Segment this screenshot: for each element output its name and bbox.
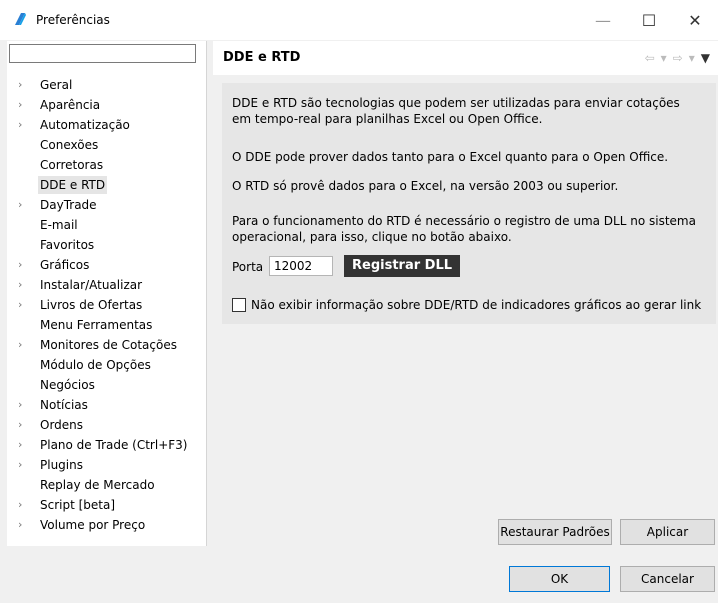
tree-item[interactable]: › Automatização — [7, 115, 206, 135]
tree-item-label: Plugins — [40, 458, 83, 472]
porta-label: Porta — [232, 260, 264, 274]
restore-defaults-button[interactable]: Restaurar Padrões — [498, 519, 612, 545]
chevron-right-icon[interactable]: › — [18, 415, 30, 435]
chevron-right-icon[interactable]: › — [18, 295, 30, 315]
tree-item[interactable]: › Livros de Ofertas — [7, 295, 206, 315]
tree-item[interactable]: Menu Ferramentas — [7, 315, 206, 335]
preferences-nav-pane: › Geral › Aparência › Automatização Conexões Co… — [7, 41, 207, 546]
tree-item-label: Corretoras — [40, 158, 104, 172]
tree-item-label: Plano de Trade (Ctrl+F3) — [40, 438, 188, 452]
tree-item-label: Favoritos — [40, 238, 95, 252]
tree-item-label: Automatização — [40, 118, 130, 132]
chevron-right-icon[interactable]: › — [18, 95, 30, 115]
tree-item[interactable]: › Volume por Preço — [7, 515, 206, 535]
tree-item[interactable]: › Ordens — [7, 415, 206, 435]
hide-info-option[interactable]: Não exibir informação sobre DDE/RTD de i… — [232, 298, 701, 312]
history-nav: ⇦ ▾ ⇨ ▾ ▼ — [645, 51, 710, 65]
register-dll-button[interactable]: Registrar DLL — [344, 255, 461, 277]
tree-item[interactable]: › Gráficos — [7, 255, 206, 275]
title-bar: Preferências — ☐ ✕ — [0, 0, 718, 40]
chevron-right-icon[interactable]: › — [18, 515, 30, 535]
minimize-icon[interactable]: — — [580, 0, 626, 40]
close-icon[interactable]: ✕ — [672, 0, 718, 40]
tree-item[interactable]: E-mail — [7, 215, 206, 235]
back-menu-icon[interactable]: ▾ — [661, 51, 667, 65]
app-icon — [15, 13, 26, 25]
dll-paragraph: Para o funcionamento do RTD é necessário… — [232, 214, 696, 244]
tree-item[interactable]: DDE e RTD — [7, 175, 206, 195]
tree-item[interactable]: › Geral — [7, 75, 206, 95]
tree-item-label: Livros de Ofertas — [40, 298, 143, 312]
page-title: DDE e RTD — [223, 50, 301, 65]
forward-arrow-icon[interactable]: ⇨ — [673, 51, 683, 65]
forward-menu-icon[interactable]: ▾ — [689, 51, 695, 65]
window-title: Preferências — [36, 13, 110, 27]
chevron-right-icon[interactable]: › — [18, 255, 30, 275]
dde-paragraph: O DDE pode prover dados tanto para o Exc… — [232, 150, 669, 164]
tree-item[interactable]: › Monitores de Cotações — [7, 335, 206, 355]
tree-item[interactable]: Favoritos — [7, 235, 206, 255]
hide-info-checkbox[interactable] — [232, 298, 246, 312]
chevron-right-icon[interactable]: › — [18, 195, 30, 215]
tree-item[interactable]: Negócios — [7, 375, 206, 395]
maximize-icon[interactable]: ☐ — [626, 0, 672, 40]
tree-item[interactable]: Módulo de Opções — [7, 355, 206, 375]
tree-item-label: E-mail — [40, 218, 78, 232]
tree-item[interactable]: Replay de Mercado — [7, 475, 206, 495]
tree-item[interactable]: › Script [beta] — [7, 495, 206, 515]
tree-item-label: DayTrade — [40, 198, 97, 212]
chevron-right-icon[interactable]: › — [18, 495, 30, 515]
chevron-right-icon[interactable]: › — [18, 335, 30, 355]
tree-item-label: Instalar/Atualizar — [40, 278, 143, 292]
description-paragraph: DDE e RTD são tecnologias que podem ser … — [232, 96, 680, 126]
tree-item-label: Geral — [40, 78, 73, 92]
rtd-paragraph: O RTD só provê dados para o Excel, na ve… — [232, 179, 619, 193]
chevron-right-icon[interactable]: › — [18, 115, 30, 135]
back-arrow-icon[interactable]: ⇦ — [645, 51, 655, 65]
tree-item[interactable]: Conexões — [7, 135, 206, 155]
tree-item-label: Negócios — [40, 378, 95, 392]
tree-item[interactable]: › Notícias — [7, 395, 206, 415]
tree-item-label: Notícias — [40, 398, 88, 412]
preferences-tree: › Geral › Aparência › Automatização Conexões Co… — [7, 75, 206, 535]
tree-item-label: Aparência — [40, 98, 101, 112]
tree-item-label: Menu Ferramentas — [40, 318, 153, 332]
tree-item[interactable]: › DayTrade — [7, 195, 206, 215]
page-header: DDE e RTD ⇦ ▾ ⇨ ▾ ▼ — [213, 41, 718, 75]
chevron-right-icon[interactable]: › — [18, 395, 30, 415]
hide-info-label: Não exibir informação sobre DDE/RTD de i… — [251, 298, 702, 312]
tree-item[interactable]: Corretoras — [7, 155, 206, 175]
cancel-button[interactable]: Cancelar — [620, 566, 715, 592]
porta-input[interactable] — [269, 256, 333, 276]
chevron-right-icon[interactable]: › — [18, 435, 30, 455]
apply-button[interactable]: Aplicar — [620, 519, 715, 545]
tree-item-label: Ordens — [40, 418, 84, 432]
tree-item-label: Conexões — [40, 138, 99, 152]
ok-button[interactable]: OK — [509, 566, 610, 592]
tree-item-label: Módulo de Opções — [40, 358, 151, 372]
chevron-right-icon[interactable]: › — [18, 275, 30, 295]
tree-item[interactable]: › Plugins — [7, 455, 206, 475]
tree-item[interactable]: › Plano de Trade (Ctrl+F3) — [7, 435, 206, 455]
chevron-right-icon[interactable]: › — [18, 455, 30, 475]
tree-item-label: DDE e RTD — [38, 176, 108, 194]
tree-item-label: Monitores de Cotações — [40, 338, 177, 352]
tree-item-label: Script [beta] — [40, 498, 116, 512]
dde-rtd-content: DDE e RTD são tecnologias que podem ser … — [222, 83, 716, 324]
tree-item[interactable]: › Aparência — [7, 95, 206, 115]
tree-item-label: Volume por Preço — [40, 518, 146, 532]
filter-input[interactable] — [9, 44, 196, 63]
tree-item[interactable]: › Instalar/Atualizar — [7, 275, 206, 295]
view-menu-icon[interactable]: ▼ — [701, 51, 710, 65]
chevron-right-icon[interactable]: › — [18, 75, 30, 95]
tree-item-label: Replay de Mercado — [40, 478, 155, 492]
tree-item-label: Gráficos — [40, 258, 90, 272]
